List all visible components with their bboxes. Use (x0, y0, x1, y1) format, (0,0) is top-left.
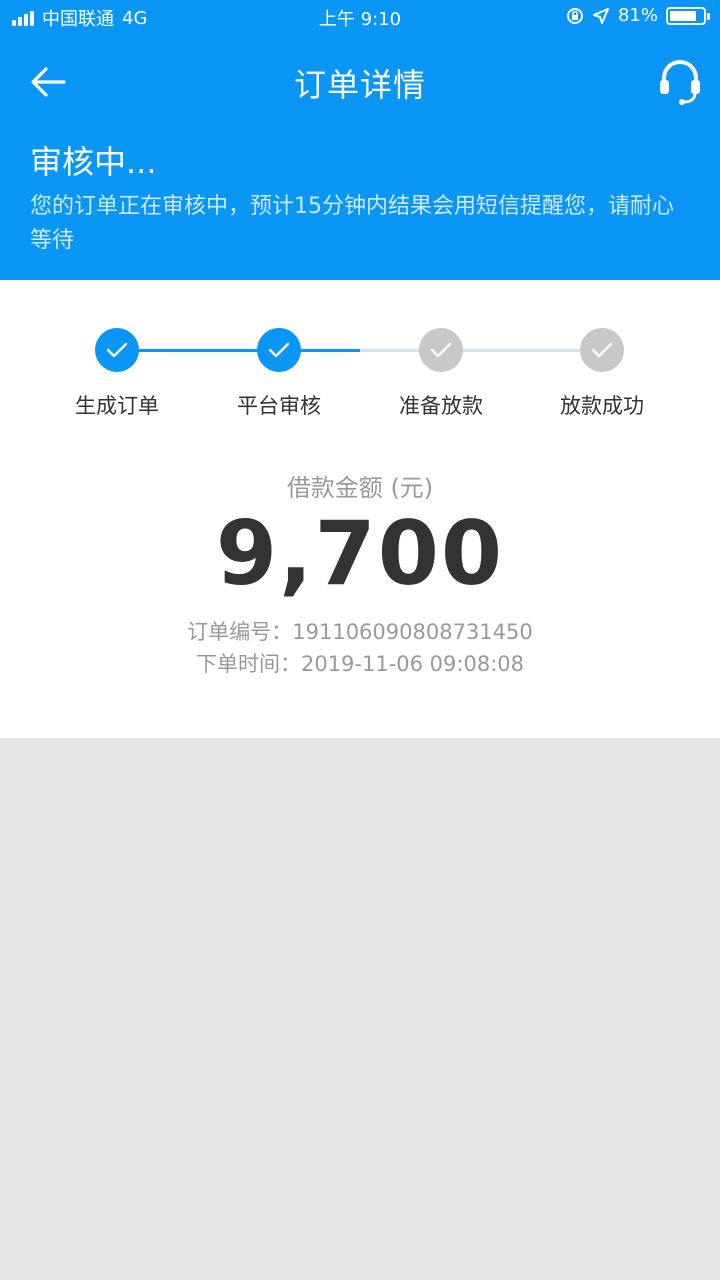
page-title: 订单详情 (293, 66, 426, 104)
loan-amount-label: 借款金额 (元) (286, 474, 434, 502)
battery-icon (666, 6, 710, 25)
review-title: 审核中... (30, 143, 157, 181)
check-icon (580, 328, 624, 372)
rotation-lock-icon (566, 7, 583, 24)
step-label: 放款成功 (560, 394, 644, 418)
review-description: 您的订单正在审核中，预计15分钟内结果会用短信提醒您，请耐心等待 (30, 194, 674, 253)
step-label: 准备放款 (399, 394, 483, 418)
progress-step: 平台审核 (199, 328, 359, 420)
status-bar: 中国联通 4G 上午 9:10 81% (0, 0, 720, 34)
order-time-label: 下单时间： (195, 652, 301, 676)
order-number-label: 订单编号： (187, 620, 293, 644)
order-number: 191106090808731450 (292, 620, 533, 644)
order-number-row: 订单编号：191106090808731450 (0, 616, 720, 646)
progress-step: 生成订单 (37, 328, 197, 420)
check-icon (419, 328, 463, 372)
progress-step: 准备放款 (361, 328, 521, 420)
headset-icon[interactable] (658, 58, 702, 106)
step-label: 平台审核 (237, 394, 321, 418)
navigation-bar: 订单详情 (0, 34, 720, 128)
order-card: 生成订单 平台审核 准备放款 放款成功 借款金额 (元) 9,700 订单编号：191… (0, 280, 720, 738)
order-time-row: 下单时间：2019-11-06 09:08:08 (0, 648, 720, 678)
step-label: 生成订单 (75, 394, 159, 418)
order-time: 2019-11-06 09:08:08 (300, 652, 525, 676)
loan-amount: 9,700 (215, 502, 505, 605)
progress-step: 放款成功 (522, 328, 682, 420)
check-icon (95, 328, 139, 372)
empty-content-area (0, 738, 720, 1280)
progress-steps: 生成订单 平台审核 准备放款 放款成功 (0, 328, 720, 418)
header-area: 中国联通 4G 上午 9:10 81% 订单详情 审核中... 您的订单正在审核… (0, 0, 720, 280)
location-icon (592, 7, 609, 24)
battery-percent: 81% (617, 5, 658, 26)
review-status-banner: 审核中... 您的订单正在审核中，预计15分钟内结果会用短信提醒您，请耐心等待 (0, 128, 720, 280)
check-icon (257, 328, 301, 372)
